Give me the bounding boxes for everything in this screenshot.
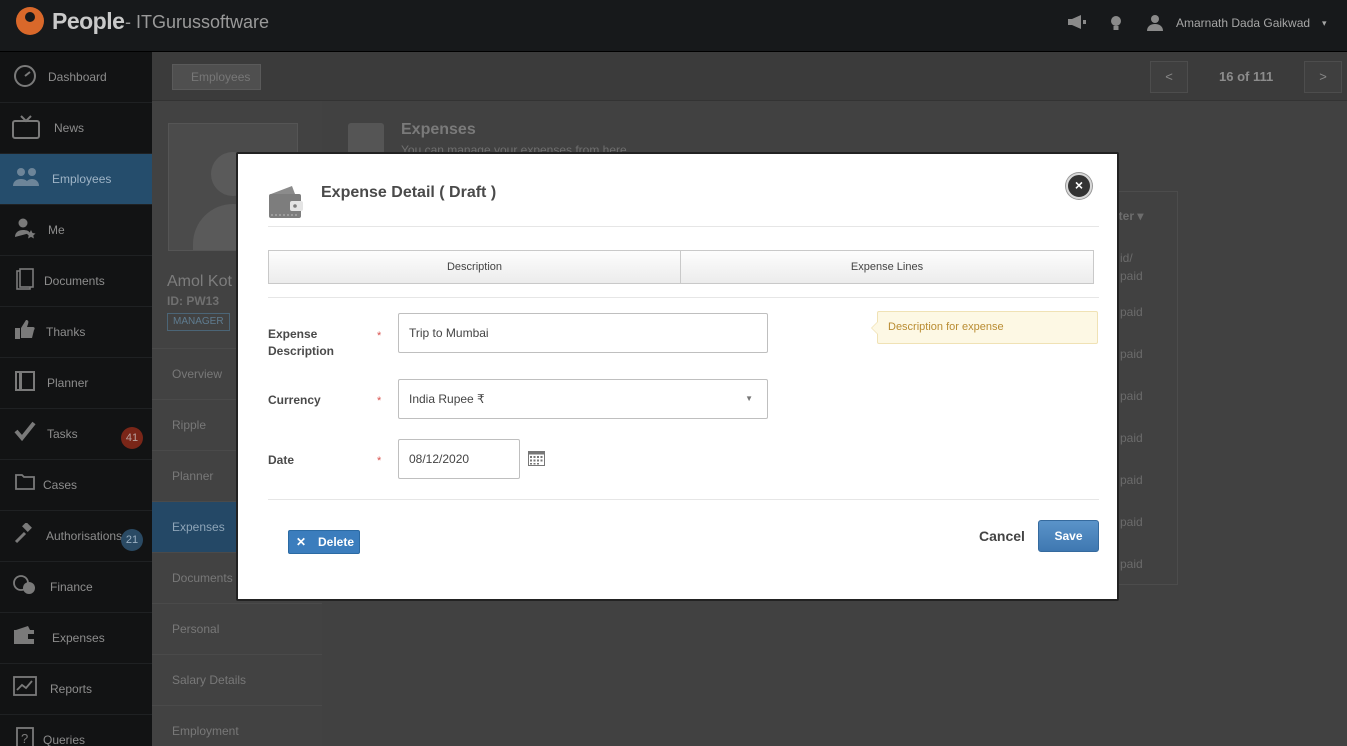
sidebar-item-reports[interactable]: Reports	[0, 664, 152, 715]
top-bar: People - ITGurussoftware Amarnath Dada G…	[0, 0, 1347, 52]
sidebar-item-authorisations[interactable]: Authorisations 21	[0, 511, 152, 562]
save-button[interactable]: Save	[1038, 520, 1099, 552]
gavel-icon	[12, 522, 38, 547]
employee-id: ID: PW13	[167, 294, 220, 308]
table-cell: paid	[1120, 431, 1143, 445]
table-cell: paid	[1120, 347, 1143, 361]
table-cell: paid	[1120, 515, 1143, 529]
pager-text: 16 of 111	[1219, 69, 1274, 84]
tv-icon	[12, 115, 40, 139]
date-label: Date	[268, 453, 295, 467]
currency-select[interactable]: India Rupee ₹ ▼	[398, 379, 768, 419]
thumbs-up-icon	[12, 319, 38, 343]
table-cell: paid	[1120, 557, 1143, 571]
table-cell: paid	[1120, 389, 1143, 403]
folder-icon	[12, 472, 38, 496]
check-icon	[12, 421, 38, 445]
sidebar: Dashboard News Employees Me Documents Th…	[0, 52, 152, 746]
prev-employee-button[interactable]: <	[1150, 61, 1188, 93]
chart-icon	[12, 676, 38, 700]
table-cell: paid	[1120, 473, 1143, 487]
modal-tabs: Description Expense Lines	[268, 250, 1094, 284]
sidebar-item-me[interactable]: Me	[0, 205, 152, 256]
close-icon: ✕	[296, 535, 307, 549]
required-mark: *	[377, 455, 382, 467]
divider	[268, 499, 1099, 500]
section-title: Expenses	[401, 121, 476, 138]
sidebar-item-cases[interactable]: Cases	[0, 460, 152, 511]
app-name: People	[52, 8, 125, 34]
cancel-button[interactable]: Cancel	[979, 528, 1025, 544]
divider	[268, 226, 1099, 227]
sidebar-item-tasks[interactable]: Tasks 41	[0, 409, 152, 460]
wallet-icon	[268, 184, 304, 220]
next-employee-button[interactable]: >	[1304, 61, 1342, 93]
people-icon	[12, 166, 39, 190]
required-mark: *	[377, 395, 382, 407]
user-star-icon	[12, 217, 38, 241]
wallet-icon	[348, 123, 384, 155]
sidebar-item-planner[interactable]: Planner	[0, 358, 152, 409]
divider	[268, 297, 1099, 298]
dashboard-icon	[12, 64, 38, 88]
sidebar-item-expenses[interactable]: Expenses	[0, 613, 152, 664]
company-name: - ITGurussoftware	[125, 12, 270, 32]
expense-description-label: Expense Description	[268, 327, 335, 358]
logo-icon	[16, 7, 44, 35]
document-icon	[12, 268, 38, 292]
employee-name: Amol Kot	[167, 273, 232, 290]
sidebar-item-finance[interactable]: Finance	[0, 562, 152, 613]
coins-icon	[12, 574, 38, 598]
sidebar-item-queries[interactable]: ? Queries	[0, 715, 152, 746]
chevron-down-icon: ▼	[745, 394, 753, 403]
paid-column-header: id/ paid	[1120, 251, 1143, 283]
chevron-down-icon[interactable]: ▾	[1322, 18, 1327, 29]
breadcrumb-bar: Employees < 16 of 111 >	[152, 52, 1347, 101]
book-icon	[12, 370, 38, 394]
wallet-icon	[12, 625, 38, 649]
close-icon[interactable]: ×	[1066, 173, 1092, 199]
megaphone-icon[interactable]	[1066, 14, 1088, 35]
user-menu[interactable]: Amarnath Dada Gaikwad	[1176, 16, 1310, 30]
subnav-salary-details[interactable]: Salary Details	[152, 654, 322, 705]
required-mark: *	[377, 330, 382, 342]
expense-description-input[interactable]: Trip to Mumbai	[398, 313, 768, 353]
currency-label: Currency	[268, 393, 321, 407]
subnav-personal[interactable]: Personal	[152, 603, 322, 654]
lightbulb-icon[interactable]	[1108, 14, 1124, 37]
currency-selected-value: India Rupee ₹	[409, 392, 485, 406]
modal-title: Expense Detail ( Draft )	[321, 184, 497, 201]
subnav-employment[interactable]: Employment	[152, 705, 322, 746]
user-icon[interactable]	[1146, 14, 1164, 37]
table-cell: paid	[1120, 305, 1143, 319]
role-badge: MANAGER	[167, 313, 230, 331]
authorisations-count-badge: 21	[121, 529, 143, 551]
breadcrumb[interactable]: Employees	[172, 64, 262, 90]
svg-text:?: ?	[21, 731, 28, 746]
delete-button[interactable]: ✕ Delete	[288, 530, 360, 554]
date-input[interactable]: 08/12/2020	[398, 439, 520, 479]
description-hint-tooltip: Description for expense	[871, 311, 1098, 344]
expense-detail-modal: Expense Detail ( Draft ) × Description E…	[236, 152, 1119, 601]
sidebar-item-thanks[interactable]: Thanks	[0, 307, 152, 358]
calendar-icon[interactable]	[528, 450, 545, 466]
sidebar-item-dashboard[interactable]: Dashboard	[0, 52, 152, 103]
tasks-count-badge: 41	[121, 427, 143, 449]
sidebar-item-documents[interactable]: Documents	[0, 256, 152, 307]
tab-expense-lines[interactable]: Expense Lines	[681, 251, 1093, 283]
question-icon: ?	[12, 727, 38, 746]
tab-description[interactable]: Description	[269, 251, 681, 283]
sidebar-item-employees[interactable]: Employees	[0, 154, 152, 205]
delete-label: Delete	[318, 535, 355, 549]
sidebar-item-news[interactable]: News	[0, 103, 152, 154]
